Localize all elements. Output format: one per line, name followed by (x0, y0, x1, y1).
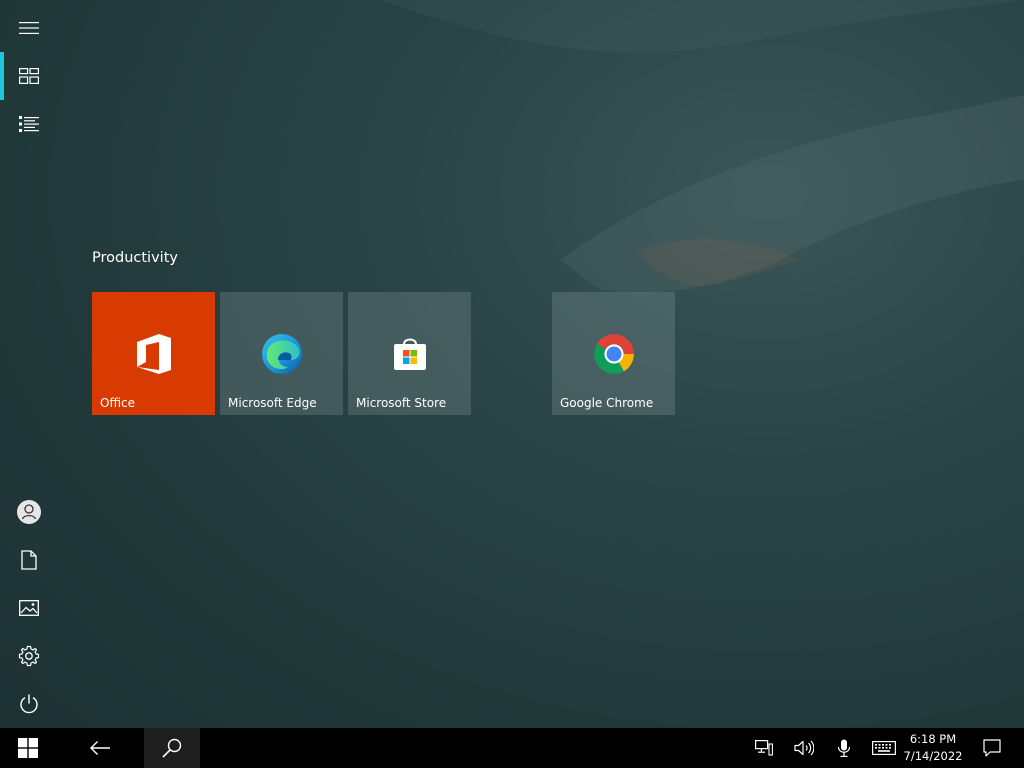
chrome-icon (593, 334, 634, 374)
clock-date: 7/14/2022 (903, 749, 963, 763)
pictures-icon (19, 600, 39, 616)
start-left-rail (0, 0, 58, 728)
tile-label: Microsoft Edge (228, 396, 317, 410)
network-icon (755, 740, 773, 756)
network-button[interactable] (750, 728, 778, 768)
user-account-icon (17, 500, 41, 524)
microsoft-store-tile[interactable]: Microsoft Store (348, 292, 471, 415)
pinned-tiles-icon (19, 68, 39, 84)
volume-button[interactable] (790, 728, 818, 768)
system-clock[interactable]: 6:18 PM 7/14/2022 (902, 731, 964, 765)
tile-label: Google Chrome (560, 396, 654, 410)
expand-menu-button[interactable] (0, 4, 58, 52)
settings-gear-icon (18, 645, 40, 667)
power-icon (20, 694, 38, 714)
office-tile[interactable]: Office (92, 292, 215, 415)
user-account-button[interactable] (0, 488, 58, 536)
action-center-button[interactable] (976, 728, 1008, 768)
taskbar: 6:18 PM 7/14/2022 (0, 728, 1024, 768)
tile-group-title[interactable]: Productivity (92, 250, 178, 266)
power-button[interactable] (0, 680, 58, 728)
clock-time: 6:18 PM (909, 732, 957, 746)
search-button[interactable] (144, 728, 200, 768)
search-icon (162, 738, 182, 758)
pictures-button[interactable] (0, 584, 58, 632)
microsoft-edge-tile[interactable]: Microsoft Edge (220, 292, 343, 415)
all-apps-list-icon (19, 116, 39, 132)
windows-start-icon (18, 738, 38, 758)
hamburger-menu-icon (19, 22, 39, 34)
store-icon (393, 338, 426, 370)
action-center-icon (983, 739, 1001, 757)
pinned-tiles-button[interactable] (0, 52, 58, 100)
documents-button[interactable] (0, 536, 58, 584)
settings-button[interactable] (0, 632, 58, 680)
documents-icon (21, 550, 37, 570)
volume-icon (794, 740, 814, 756)
microphone-icon (837, 739, 851, 757)
back-arrow-icon (90, 741, 110, 755)
tile-label: Microsoft Store (356, 396, 447, 410)
edge-icon (261, 334, 302, 374)
start-button[interactable] (0, 728, 56, 768)
touch-keyboard-icon (872, 741, 896, 755)
office-icon (136, 334, 171, 374)
google-chrome-tile[interactable]: Google Chrome (552, 292, 675, 415)
tile-label: Office (100, 396, 136, 410)
back-button[interactable] (74, 728, 126, 768)
touch-keyboard-button[interactable] (868, 728, 900, 768)
microphone-button[interactable] (830, 728, 858, 768)
all-apps-button[interactable] (0, 100, 58, 148)
